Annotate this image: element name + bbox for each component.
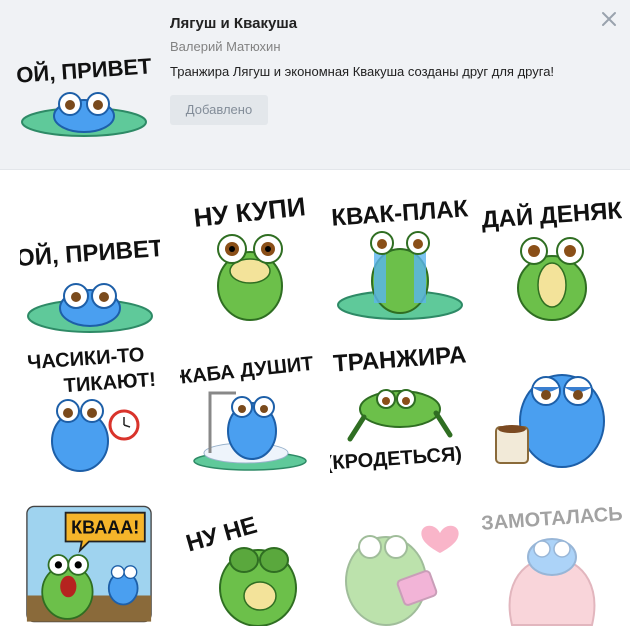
sticker-kvak-plak[interactable]: КВАК-ПЛАК — [330, 193, 470, 323]
sticker-dai-denyak[interactable]: ДАЙ ДЕНЯК — [482, 193, 622, 323]
sticker-caption: НУ КУПИ — [192, 191, 307, 233]
sticker-pack-header: ОЙ, ПРИВЕТ Лягуш и Квакуша Валерий Матюх… — [0, 0, 630, 170]
sticker-caption: ЧАСИКИ-ТО — [27, 344, 146, 374]
sticker-caption: ОЙ, ПРИВЕТ — [20, 234, 160, 272]
pack-author-link[interactable]: Валерий Матюхин — [170, 39, 281, 54]
pack-cover-sticker: ОЙ, ПРИВЕТ — [14, 42, 154, 142]
pack-cover-caption: ОЙ, ПРИВЕТ — [15, 53, 152, 87]
sticker-kvaaa[interactable]: КВААА! — [26, 501, 152, 627]
sticker-oi-privet[interactable]: ОЙ, ПРИВЕТ — [20, 216, 160, 346]
sticker-zamotalas[interactable]: ЗАМОТАЛАСЬ — [482, 501, 622, 631]
sticker-caption: ЗАМОТАЛАСЬ — [482, 503, 622, 535]
added-button[interactable]: Добавлено — [170, 95, 268, 125]
sticker-tranzhira[interactable]: ТРАНЖИРА (КРОДЕТЬСЯ) — [330, 343, 470, 473]
sticker-caption: ЖАБА ДУШИТ — [180, 353, 314, 390]
close-icon — [602, 12, 616, 26]
sticker-caption: ДАЙ ДЕНЯК — [482, 196, 622, 234]
sticker-chasiki-tikayut[interactable]: ЧАСИКИ-ТО ТИКАЮТ! — [20, 343, 160, 473]
pack-title: Лягуш и Квакуша — [170, 15, 298, 32]
sticker-nu-kupi[interactable]: НУ КУПИ — [180, 191, 320, 321]
sticker-caption: КВАК-ПЛАК — [331, 195, 470, 232]
sticker-nu-ne[interactable]: НУ НЕ — [180, 496, 320, 626]
pack-description: Транжира Лягуш и экономная Квакуша созда… — [170, 64, 555, 79]
sticker-caption-line2: (КРОДЕТЬСЯ) — [330, 443, 463, 473]
sticker-grid: ОЙ, ПРИВЕТ НУ КУПИ КВАК-ПЛАК ДАЙ ДЕНЯК Ч… — [0, 171, 630, 635]
sticker-caption: ТРАНЖИРА — [332, 343, 467, 378]
sticker-heart-gift[interactable] — [330, 501, 470, 631]
sticker-zhaba-dushit[interactable]: ЖАБА ДУШИТ — [180, 343, 320, 473]
close-button[interactable] — [598, 8, 620, 30]
sticker-caption-line2: ТИКАЮТ! — [63, 369, 157, 397]
sticker-caption: КВААА! — [71, 517, 139, 537]
sticker-coffee[interactable] — [482, 343, 622, 473]
